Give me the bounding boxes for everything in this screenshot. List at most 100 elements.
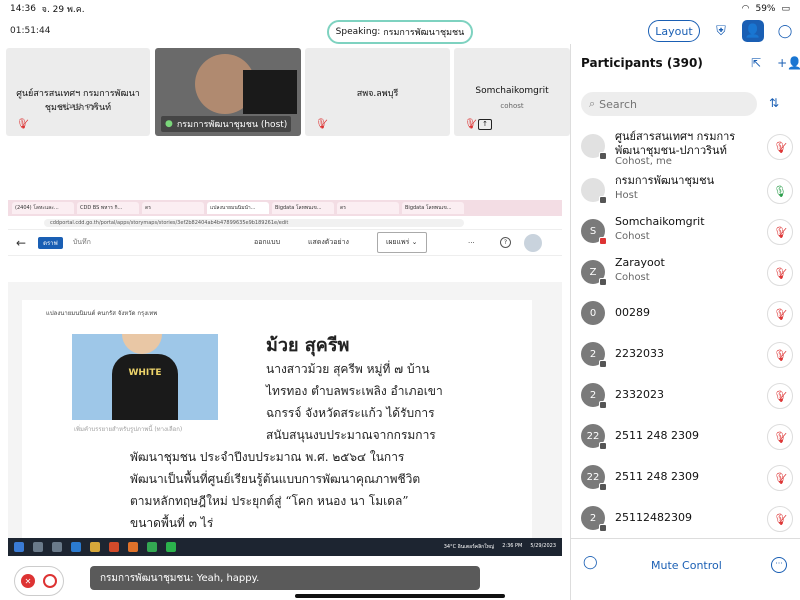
mic-muted-icon[interactable]: 🎙︎̸	[767, 134, 793, 160]
more-options-icon[interactable]: ···	[771, 557, 787, 573]
mic-muted-icon[interactable]: 🎙︎̸	[767, 342, 793, 368]
mic-on-icon[interactable]: 🎙︎	[767, 178, 793, 204]
search-input[interactable]	[599, 97, 740, 111]
speaking-indicator: Speaking: กรมการพัฒนาชุมชน	[327, 20, 473, 44]
participants-icon[interactable]: 👤	[742, 20, 764, 42]
chat-bubble-icon[interactable]: ◯	[583, 555, 598, 570]
mute-control-button[interactable]: Mute Control	[651, 559, 722, 572]
meeting-toolbar: Layout ⛨ 👤 ◯	[648, 20, 796, 42]
story-title: ม้วย สุครีพ	[266, 335, 350, 356]
avatar-initial: 0	[589, 307, 597, 319]
mic-muted-icon[interactable]: 🎙︎̸	[767, 219, 793, 245]
meeting-timer: 01:51:44	[10, 26, 51, 36]
app-icon	[109, 542, 119, 552]
video-tile[interactable]: Somchaikomgrit cohost 🎙︎̸ ↑	[454, 48, 570, 136]
layout-button[interactable]: Layout	[648, 20, 700, 42]
browser-tab-active: แปลงนายมนนิมนำ...	[207, 202, 269, 214]
participant-name: ศูนย์สารสนเทศฯ กรมการพัฒนาชุมชน-ปภาวรินท…	[615, 130, 736, 157]
add-participant-icon[interactable]: +👤	[777, 56, 800, 70]
participant-avatar	[581, 178, 607, 204]
more-icon: ···	[468, 238, 475, 247]
device-icon	[599, 442, 607, 450]
speaking-name: กรมการพัฒนาชุมชน	[383, 28, 465, 38]
battery-icon: ▭	[781, 4, 790, 14]
shield-icon[interactable]: ⛨	[710, 20, 732, 42]
video-tile-host[interactable]: ● กรมการพัฒนาชุมชน (host)	[155, 48, 301, 136]
user-avatar	[524, 233, 542, 252]
battery-level: 59%	[755, 4, 776, 14]
device-icon	[599, 196, 607, 204]
sort-icon[interactable]: ⇅	[769, 96, 779, 110]
browser-tab: (2404) โลหะและ...	[12, 202, 74, 214]
participant-role: Cohost, me	[615, 156, 672, 167]
participant-search[interactable]: ⌕	[581, 92, 757, 116]
chat-message: Yeah, happy.	[196, 572, 260, 584]
audio-control-button[interactable]: ✕	[14, 566, 64, 596]
mic-muted-icon[interactable]: 🎙︎̸	[767, 383, 793, 409]
participant-row[interactable]: 2 2232033 🎙︎̸	[571, 334, 800, 375]
participant-name: 2232033	[615, 347, 664, 360]
chat-icon[interactable]: ◯	[774, 20, 796, 42]
edge-icon	[71, 542, 81, 552]
tile-label: ● กรมการพัฒนาชุมชน (host)	[161, 116, 292, 132]
participant-role: Cohost	[615, 272, 650, 283]
mic-on-icon: ●	[165, 119, 173, 129]
participant-row[interactable]: S Somchaikomgrit Cohost 🎙︎̸	[571, 211, 800, 252]
home-indicator	[295, 594, 505, 598]
participant-row[interactable]: 22 2511 248 2309 🎙︎̸	[571, 457, 800, 498]
tile-name: Somchaikomgrit	[475, 86, 549, 96]
avatar-initial: 2	[589, 389, 597, 401]
meeting-area: 01:51:44 Speaking: กรมการพัฒนาชุมชน ศูนย…	[0, 18, 570, 600]
firefox-icon	[128, 542, 138, 552]
participant-role: Host	[615, 190, 638, 201]
participant-avatar: 2	[581, 342, 607, 368]
story-line: พัฒนาชุมชน ประจำปีงบประมาณ พ.ศ. ๒๕๖๔ ในก…	[130, 450, 405, 464]
pop-out-icon[interactable]: ⇱	[751, 56, 761, 70]
participant-row[interactable]: 0 00289 🎙︎̸	[571, 293, 800, 334]
tile-role: cohost, me	[58, 102, 98, 110]
help-icon: ?	[500, 237, 511, 248]
mic-muted-icon[interactable]: 🎙︎̸	[767, 424, 793, 450]
mic-muted-icon[interactable]: 🎙︎̸	[767, 260, 793, 286]
status-time: 14:36	[10, 4, 36, 14]
browser-tab: Bigdata โลหพนเข...	[402, 202, 464, 214]
participant-row[interactable]: 22 2511 248 2309 🎙︎̸	[571, 416, 800, 457]
person-head	[122, 334, 162, 354]
participant-row[interactable]: Z Zarayoot Cohost 🎙︎̸	[571, 252, 800, 293]
participant-role: Cohost	[615, 231, 650, 242]
avatar-initial: 22	[586, 430, 600, 442]
mic-muted-icon: 🎙︎̸	[16, 119, 29, 130]
browser-url: cddportal.cdd.go.th/portal/apps/storymap…	[44, 218, 464, 227]
story-breadcrumb: แปลงนายมนนิมนต์ คนกรัส จังหวัด กรุงเทพ	[46, 310, 158, 317]
tile-name: สพจ.ลพบุรี	[356, 89, 399, 99]
participant-row[interactable]: กรมการพัฒนาชุมชน Host 🎙︎	[571, 170, 800, 211]
story-line: ฉกรรจ์ จังหวัดสระแก้ว ได้รับการ	[266, 406, 435, 420]
participant-name: Somchaikomgrit	[615, 215, 705, 228]
participant-row[interactable]: 2 2332023 🎙︎̸	[571, 375, 800, 416]
chat-toast[interactable]: กรมการพัฒนาชุมชน: Yeah, happy.	[90, 566, 480, 590]
participants-title: Participants (390)	[581, 56, 703, 70]
wifi-icon: ◠	[741, 4, 750, 14]
story-canvas: แปลงนายมนนิมนต์ คนกรัส จังหวัด กรุงเทพ W…	[8, 282, 562, 556]
participant-avatar: 2	[581, 383, 607, 409]
taskbar-date: 5/29/2023	[530, 543, 556, 549]
chat-sender: กรมการพัฒนาชุมชน:	[100, 572, 194, 584]
participant-row[interactable]: 2 25112482309 🎙︎̸	[571, 498, 800, 538]
device-icon	[599, 360, 607, 368]
mic-muted-icon[interactable]: 🎙︎̸	[767, 301, 793, 327]
device-icon	[599, 152, 607, 160]
mic-muted-icon: 🎙︎̸	[464, 119, 477, 130]
participant-name: 2511 248 2309	[615, 470, 699, 483]
story-line: ขนาดพื้นที่ ๓ ไร่	[130, 516, 214, 530]
mic-muted-icon[interactable]: 🎙︎̸	[767, 465, 793, 491]
shared-screen[interactable]: (2404) โลหะและ... CDD BS พหาร กิ... ดร แ…	[8, 200, 562, 556]
story-line: พัฒนาเป็นพื้นที่ศูนย์เรียนรู้ต้นแบบการพั…	[130, 472, 421, 486]
participant-row[interactable]: ศูนย์สารสนเทศฯ กรมการพัฒนาชุมชน-ปภาวรินท…	[571, 126, 800, 170]
screen-share-icon: ↑	[478, 119, 492, 130]
mic-muted-icon[interactable]: 🎙︎̸	[767, 506, 793, 532]
video-tile[interactable]: สพจ.ลพบุรี 🎙︎̸	[305, 48, 450, 136]
video-tile[interactable]: ศูนย์สารสนเทศฯ กรมการพัฒนาชุมชน-ปภาวรินท…	[6, 48, 150, 136]
story-card: แปลงนายมนนิมนต์ คนกรัส จังหวัด กรุงเทพ W…	[22, 300, 532, 540]
device-icon	[599, 401, 607, 409]
participant-name: กรมการพัฒนาชุมชน	[615, 174, 715, 187]
